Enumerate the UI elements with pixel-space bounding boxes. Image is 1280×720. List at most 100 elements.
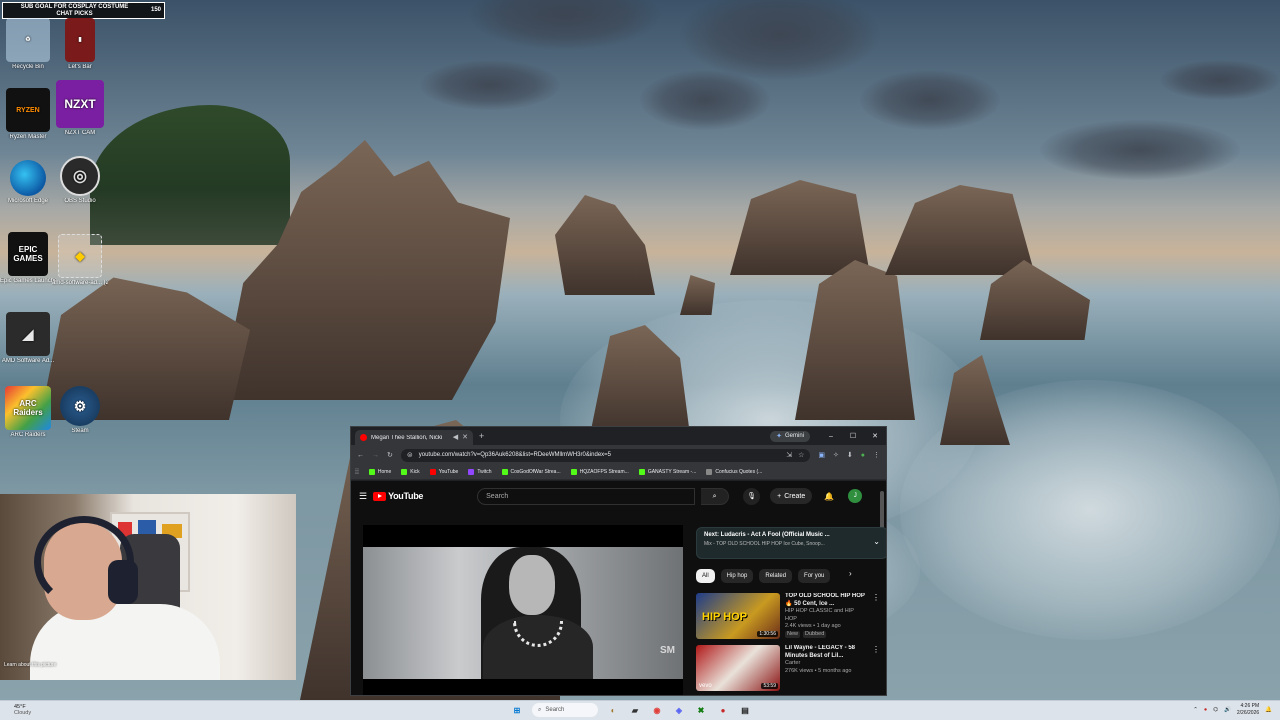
bookmark-hqzaofps[interactable]: HQZAOFPS Stream...	[570, 469, 629, 475]
discord-icon[interactable]: ◈	[672, 703, 686, 717]
bookmark-cosgodofwar[interactable]: CosGodOfWar Strea...	[501, 469, 561, 475]
desktop-icon-amd-installer[interactable]: ◆ amd-software-ad... (2)	[52, 234, 108, 287]
install-app-icon[interactable]: ⇲	[786, 452, 792, 459]
up-next-subtitle: Mix - TOP OLD SCHOOL HIP HOP Ice Cube, S…	[704, 541, 825, 547]
new-badge: New	[785, 630, 801, 638]
video-thumbnail[interactable]: vevo 53:59	[696, 645, 780, 691]
notifications-bell-icon[interactable]: 🔔	[824, 492, 834, 500]
gemini-button[interactable]: ✦ Gemini	[770, 430, 810, 442]
address-bar[interactable]: ⊜ youtube.com/watch?v=Qp36Auk6208&list=R…	[400, 448, 811, 462]
desktop-icon-arc-raiders[interactable]: ARC Raiders ARC Raiders	[0, 386, 56, 439]
xbox-icon[interactable]: ✖	[694, 703, 708, 717]
bookmark-twitch[interactable]: Twitch	[468, 469, 492, 475]
audio-icon[interactable]: ◀	[453, 434, 458, 441]
new-tab-icon[interactable]: +	[479, 431, 484, 440]
bookmark-favicon-icon	[570, 469, 577, 475]
weather-widget[interactable]: 45°F Cloudy	[14, 704, 31, 716]
close-window-icon[interactable]: ✕	[864, 432, 886, 440]
desktop-icon-ryzen-master[interactable]: RYZEN Ryzen Master	[0, 88, 56, 141]
browser-tab[interactable]: Megan Thee Stallion, Nicki ◀ ✕	[355, 430, 473, 445]
desktop-icon-nzxt-cam[interactable]: NZXT NZXT CAM	[52, 80, 108, 137]
youtube-search-button[interactable]: ⌕	[701, 487, 730, 505]
chip-related[interactable]: Related	[759, 569, 793, 583]
downloads-icon[interactable]: ⬇	[847, 452, 853, 459]
tab-close-icon[interactable]: ✕	[462, 434, 468, 441]
video-menu-kebab-icon[interactable]: ⋮	[872, 593, 880, 643]
menu-kebab-icon[interactable]: ⋮	[873, 452, 880, 459]
learn-about-picture-link[interactable]: Learn about this picture	[4, 662, 56, 669]
volume-icon[interactable]: 🔊	[1224, 707, 1231, 713]
arc-raiders-icon: ARC Raiders	[5, 386, 51, 430]
start-windows-icon[interactable]: ⊞	[510, 703, 524, 717]
bookmark-favicon-icon	[638, 469, 645, 475]
chip-for-you[interactable]: For you	[798, 569, 831, 583]
desktop-icon-steam[interactable]: ⚙ Steam	[52, 386, 108, 435]
show-hidden-icons-icon[interactable]: ⌃	[1193, 707, 1198, 713]
bookmark-ganasty[interactable]: GANASTY Stream -...	[638, 469, 696, 475]
channel-name[interactable]: HIP HOP CLASSIC and HIP HOP	[785, 608, 867, 623]
avatar-letter: J	[853, 493, 857, 499]
bookmarks-bar: ⁞⁞ Home Kick YouTube Twitch CosGodOfWar …	[351, 465, 886, 480]
recommendation-item[interactable]: vevo 53:59 Lil Wayne - LEGACY - 58 Minut…	[696, 645, 880, 695]
minimize-icon[interactable]: –	[820, 433, 842, 440]
bookmark-star-icon[interactable]: ☆	[798, 452, 804, 459]
video-thumbnail[interactable]: HIP HOP 1:30:56	[696, 593, 780, 639]
youtube-logo[interactable]: YouTube	[373, 491, 423, 501]
profile-icon[interactable]: ●	[861, 452, 865, 459]
chip-hip-hop[interactable]: Hip hop	[720, 569, 754, 583]
dubbed-badge: Dubbed	[803, 630, 827, 638]
video-player[interactable]: SM	[363, 525, 683, 695]
chrome-window: Megan Thee Stallion, Nicki ◀ ✕ + ✦ Gemin…	[350, 426, 887, 696]
maximize-icon[interactable]: ☐	[842, 432, 864, 440]
desktop-icon-obs[interactable]: ◎ OBS Studio	[52, 156, 108, 205]
account-avatar[interactable]: J	[848, 489, 863, 503]
channel-name[interactable]: Carter	[785, 660, 867, 668]
voice-search-button[interactable]: 🎙	[743, 487, 761, 505]
desktop-icon-amd-software[interactable]: ◢ AMD Software Ad...	[0, 312, 56, 365]
chrome-icon[interactable]: ◉	[650, 703, 664, 717]
clock[interactable]: 4:26 PM 2/26/2026	[1237, 703, 1259, 717]
hamburger-menu-icon[interactable]: ☰	[359, 491, 367, 500]
extensions-puzzle-icon[interactable]: ✧	[833, 452, 839, 459]
desktop-icon-recycle-bin[interactable]: ♻ Recycle Bin	[0, 18, 56, 71]
apps-grid-icon[interactable]: ⁞⁞	[355, 469, 359, 476]
extension-icon[interactable]: ▣	[818, 452, 825, 459]
site-info-icon[interactable]: ⊜	[407, 452, 413, 459]
recording-app-icon[interactable]: ●	[716, 703, 730, 717]
chevron-right-icon[interactable]: ›	[849, 569, 852, 578]
back-icon[interactable]: ←	[357, 452, 364, 459]
desktop-icon-edge[interactable]: Microsoft Edge	[0, 156, 56, 205]
create-button[interactable]: + Create	[770, 488, 813, 504]
bookmark-confucius-quotes[interactable]: Confucius Quotes (...	[706, 469, 762, 475]
forward-icon[interactable]: →	[372, 452, 379, 459]
chip-all[interactable]: All	[696, 569, 715, 583]
desktop-icon-epic-games[interactable]: EPIC GAMES Epic Games Launcher	[0, 232, 56, 285]
video-watermark: SM	[660, 645, 675, 656]
reload-icon[interactable]: ↻	[387, 452, 393, 459]
chevron-down-icon[interactable]: ⌄	[873, 537, 880, 546]
youtube-search-input[interactable]: Search	[477, 487, 696, 505]
terminal-icon[interactable]: ▤	[738, 703, 752, 717]
bookmark-home[interactable]: Home	[368, 469, 391, 475]
recommendation-item[interactable]: HIP HOP 1:30:56 TOP OLD SCHOOL HIP HOP 🔥…	[696, 593, 880, 643]
bookmark-youtube[interactable]: YouTube	[429, 469, 458, 475]
taskbar-search[interactable]: ⌕ Search	[532, 703, 598, 717]
notification-app-icon[interactable]: ●	[1204, 707, 1207, 713]
desktop-icon-lets-bar[interactable]: ▮ Let's Bar	[52, 18, 108, 71]
bookmark-kick[interactable]: Kick	[401, 469, 420, 475]
video-title[interactable]: Lil Wayne - LEGACY - 58 Minutes Best of …	[785, 645, 867, 660]
sub-goal-overlay: SUB GOAL FOR COSPLAY COSTUME CHAT PICKS …	[2, 2, 165, 19]
video-duration: 53:59	[761, 683, 778, 689]
video-subject-face	[509, 555, 555, 615]
notifications-bell-icon[interactable]: 🔔	[1265, 707, 1272, 713]
video-title[interactable]: TOP OLD SCHOOL HIP HOP 🔥 50 Cent, Ice ..…	[785, 593, 867, 608]
gemini-sparkle-icon: ✦	[776, 432, 782, 440]
desktop-icon-label: OBS Studio	[64, 198, 96, 204]
recycle-bin-icon: ♻	[6, 18, 50, 62]
thumbnail-text: HIP HOP	[702, 611, 748, 623]
up-next-mix-card[interactable]: Next: Ludacris - Act A Fool (Official Mu…	[696, 527, 886, 559]
video-menu-kebab-icon[interactable]: ⋮	[872, 645, 880, 695]
file-explorer-icon[interactable]: ▰	[628, 703, 642, 717]
network-icon[interactable]: ⌬	[1213, 707, 1218, 713]
copilot-icon[interactable]: ◐	[606, 703, 620, 717]
